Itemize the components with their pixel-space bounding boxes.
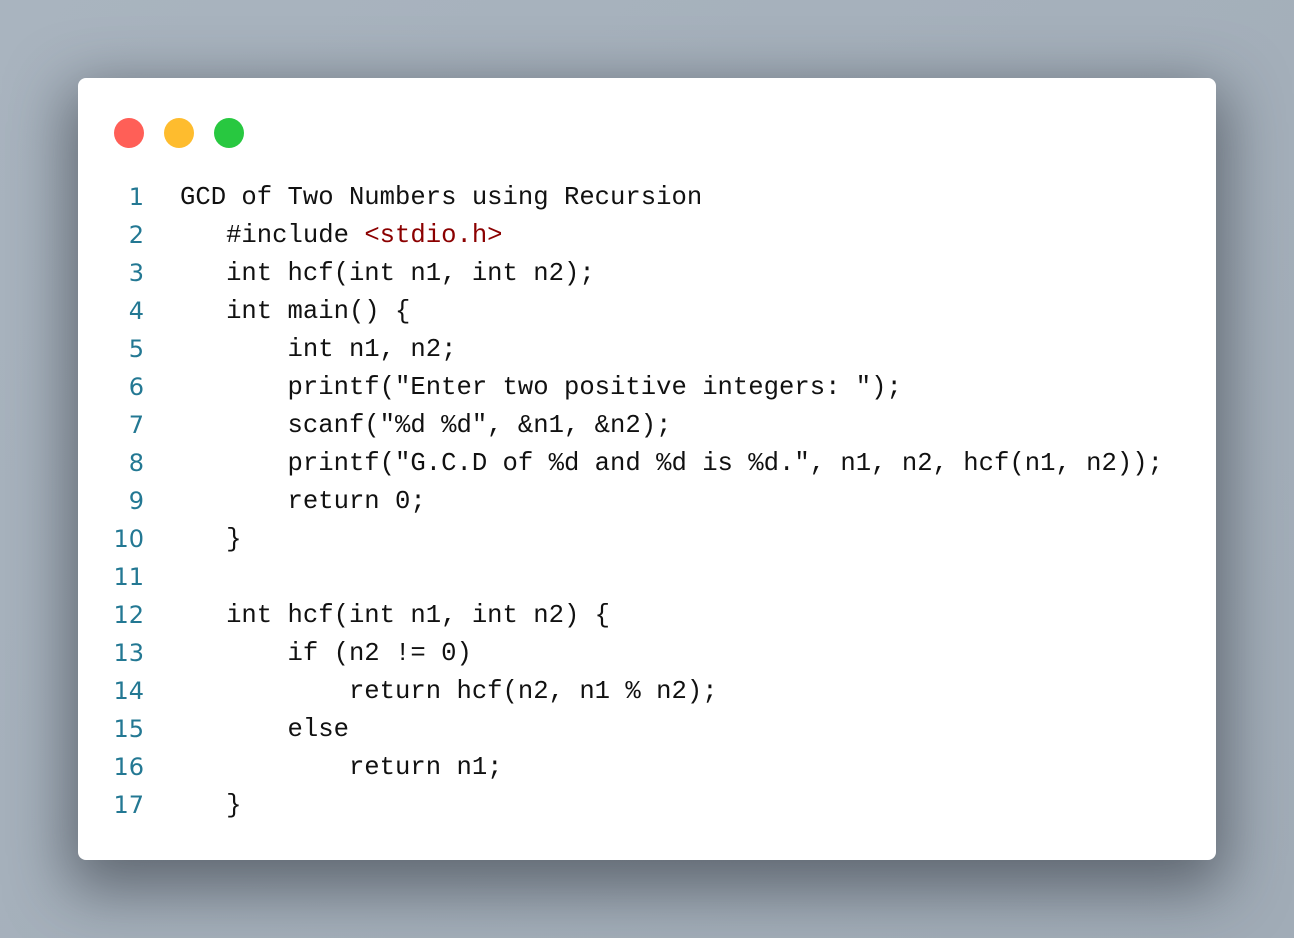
- code-token: GCD of Two Numbers using Recursion: [180, 182, 703, 212]
- line-number: 9: [128, 487, 144, 515]
- code-token: int hcf(int n1, int n2);: [180, 258, 595, 288]
- code-token: printf("Enter two positive integers: ");: [180, 372, 902, 402]
- code-text: int hcf(int n1, int n2);: [180, 259, 595, 288]
- code-window: 1 GCD of Two Numbers using Recursion 2 #in…: [78, 78, 1216, 860]
- code-text: return 0;: [180, 487, 426, 516]
- line-number: 4: [128, 297, 144, 325]
- code-text: int main() {: [180, 297, 410, 326]
- maximize-button[interactable]: [214, 118, 244, 148]
- code-text: GCD of Two Numbers using Recursion: [180, 183, 702, 212]
- window-controls: [114, 118, 244, 148]
- code-line: 5 int n1, n2;: [78, 330, 1163, 368]
- code-text: else: [180, 715, 349, 744]
- line-number: 17: [113, 791, 144, 819]
- string-token: <stdio.h>: [364, 220, 503, 250]
- line-number: 8: [128, 449, 144, 477]
- code-token: int main() {: [180, 296, 411, 326]
- code-line: 6 printf("Enter two positive integers: "…: [78, 368, 1163, 406]
- code-text: #include <stdio.h>: [180, 220, 503, 250]
- code-line: 9 return 0;: [78, 482, 1163, 520]
- code-token: return hcf(n2, n1 % n2);: [180, 676, 718, 706]
- code-line: 13 if (n2 != 0): [78, 634, 1163, 672]
- line-number: 7: [128, 411, 144, 439]
- code-token: return 0;: [180, 486, 426, 516]
- code-token: int hcf(int n1, int n2) {: [180, 600, 611, 630]
- code-line: 15 else: [78, 710, 1163, 748]
- code-line: 3 int hcf(int n1, int n2);: [78, 254, 1163, 292]
- line-number: 6: [128, 373, 144, 401]
- code-token: scanf("%d %d", &n1, &n2);: [180, 410, 672, 440]
- code-line: 16 return n1;: [78, 748, 1163, 786]
- code-text: printf("Enter two positive integers: ");: [180, 373, 902, 402]
- code-line: 2 #include <stdio.h>: [78, 216, 1163, 254]
- code-text: int n1, n2;: [180, 334, 457, 364]
- code-text: return n1;: [180, 753, 503, 782]
- line-number: 10: [113, 525, 144, 553]
- code-token: printf("G.C.D of %d and %d is %d.", n1, …: [180, 448, 1163, 478]
- line-number: 5: [128, 335, 144, 363]
- code-line: 14 return hcf(n2, n1 % n2);: [78, 672, 1163, 710]
- line-number: 14: [113, 677, 144, 705]
- code-line: 17 }: [78, 786, 1163, 824]
- code-block: 1 GCD of Two Numbers using Recursion 2 #in…: [78, 178, 1163, 824]
- code-text: scanf("%d %d", &n1, &n2);: [180, 410, 672, 440]
- code-token: }: [180, 524, 242, 554]
- line-number: 3: [128, 259, 144, 287]
- code-token: return n1;: [180, 752, 503, 782]
- code-text: printf("G.C.D of %d and %d is %d.", n1, …: [180, 449, 1163, 478]
- code-line: 7 scanf("%d %d", &n1, &n2);: [78, 406, 1163, 444]
- line-number: 13: [113, 639, 144, 667]
- line-number: 12: [113, 601, 144, 629]
- code-text: int hcf(int n1, int n2) {: [180, 601, 610, 630]
- code-text: if (n2 != 0): [180, 639, 472, 668]
- code-token: }: [180, 790, 242, 820]
- code-token: else: [180, 714, 349, 744]
- code-line: 8 printf("G.C.D of %d and %d is %d.", n1…: [78, 444, 1163, 482]
- minimize-button[interactable]: [164, 118, 194, 148]
- code-text: }: [180, 525, 241, 554]
- code-token: int n1, n2;: [180, 334, 457, 364]
- code-line: 1 GCD of Two Numbers using Recursion: [78, 178, 1163, 216]
- line-number: 16: [113, 753, 144, 781]
- code-text: return hcf(n2, n1 % n2);: [180, 677, 718, 706]
- line-number: 1: [128, 183, 144, 211]
- code-text: }: [180, 791, 241, 820]
- line-number: 15: [113, 715, 144, 743]
- code-line: 11: [78, 558, 1163, 596]
- code-line: 12 int hcf(int n1, int n2) {: [78, 596, 1163, 634]
- code-line: 4 int main() {: [78, 292, 1163, 330]
- code-token: if (n2 != 0): [180, 638, 472, 668]
- code-token: #include: [180, 220, 365, 250]
- close-button[interactable]: [114, 118, 144, 148]
- line-number: 11: [113, 563, 144, 591]
- line-number: 2: [128, 221, 144, 249]
- code-line: 10 }: [78, 520, 1163, 558]
